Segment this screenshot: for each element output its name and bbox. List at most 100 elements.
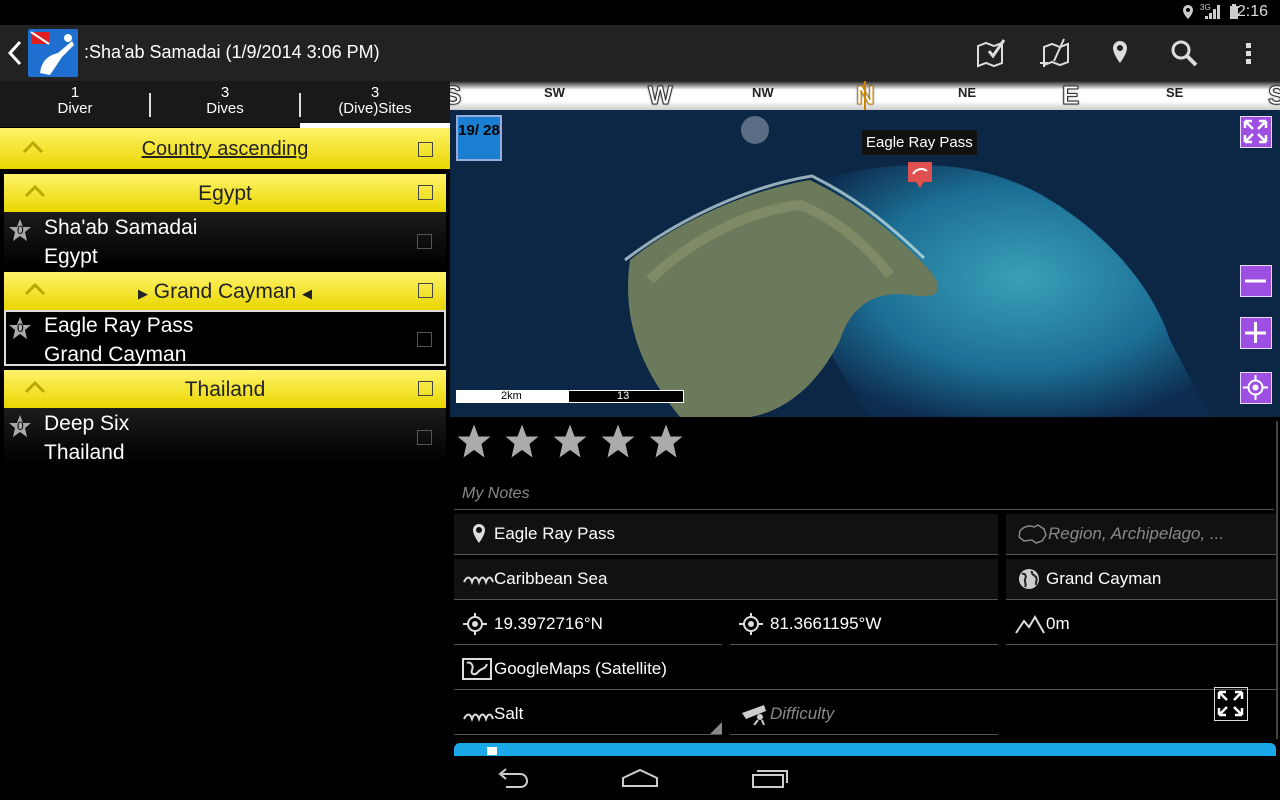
map-marker-label: Eagle Ray Pass xyxy=(862,130,977,155)
crosshair-icon xyxy=(1243,375,1268,400)
search-icon[interactable] xyxy=(1168,37,1200,69)
altitude-field[interactable]: 0m xyxy=(1006,604,1276,645)
dive-count-badge[interactable]: 19/ 28 xyxy=(456,115,502,161)
recent-apps-icon[interactable] xyxy=(750,766,790,790)
tab-count: 1 xyxy=(70,84,80,101)
difficulty-placeholder: Difficulty xyxy=(770,704,835,723)
latitude-field[interactable]: 19.3972716°N xyxy=(454,604,722,645)
star-icon[interactable] xyxy=(648,423,684,459)
status-bar: 3G 2:16 xyxy=(0,0,1280,25)
selected-marker-left-icon: ▶ xyxy=(137,286,148,301)
item-subtitle: Thailand xyxy=(44,441,125,464)
fullscreen-map-button[interactable] xyxy=(1240,116,1272,148)
dive-site-list: Country ascending Egypt 0 Sha'ab Samadai… xyxy=(0,128,450,800)
satellite-map[interactable]: 19/ 28 Eagle Ray Pass 2km 13 xyxy=(450,110,1280,417)
region-field[interactable]: Region, Archipelago, ... xyxy=(1006,514,1276,555)
item-title: Sha'ab Samadai xyxy=(44,216,198,239)
overflow-menu-icon[interactable] xyxy=(1232,37,1264,69)
notes-field[interactable]: My Notes xyxy=(454,469,1274,510)
action-bar: :Sha'ab Samadai (1/9/2014 3:06 PM) xyxy=(0,25,1280,81)
compass-dir: SW xyxy=(544,85,565,100)
map-type-value: GoogleMaps (Satellite) xyxy=(494,659,667,678)
location-pin-icon[interactable] xyxy=(1104,37,1136,69)
map-type-field[interactable]: GoogleMaps (Satellite) xyxy=(454,649,1276,690)
sort-header-label[interactable]: Country ascending xyxy=(0,138,450,161)
my-location-button[interactable] xyxy=(1240,372,1272,404)
item-subtitle: Grand Cayman xyxy=(44,343,187,366)
home-icon[interactable] xyxy=(620,766,660,790)
plus-icon xyxy=(1245,322,1266,343)
expand-details-button[interactable] xyxy=(1214,687,1248,721)
gps-target-icon xyxy=(739,613,763,635)
longitude-field[interactable]: 81.3661195°W xyxy=(730,604,998,645)
compass-dir: S xyxy=(1267,81,1280,110)
star-icon[interactable] xyxy=(600,423,636,459)
water-type-field[interactable]: Salt xyxy=(454,694,722,735)
group-header-egypt[interactable]: Egypt xyxy=(4,174,446,212)
list-item-selected[interactable]: 0 Eagle Ray Pass Grand Cayman xyxy=(4,310,446,366)
location-pin-icon xyxy=(473,524,485,543)
sort-header[interactable]: Country ascending xyxy=(0,128,450,169)
calendar-icon xyxy=(487,747,497,755)
latitude-value: 19.3972716°N xyxy=(494,614,603,633)
group-label: Grand Cayman xyxy=(153,280,297,303)
compass-dir: E xyxy=(1061,81,1080,110)
app-logo[interactable] xyxy=(28,29,78,77)
page-title: :Sha'ab Samadai (1/9/2014 3:06 PM) xyxy=(84,42,380,62)
longitude-value: 81.3661195°W xyxy=(770,614,882,633)
list-item[interactable]: 0 Deep Six Thailand xyxy=(4,408,446,464)
group-checkbox[interactable] xyxy=(418,185,433,200)
altitude-value: 0m xyxy=(1046,614,1070,633)
group-header-thailand[interactable]: Thailand xyxy=(4,370,446,408)
group-label: Thailand xyxy=(184,378,266,401)
back-icon[interactable] xyxy=(494,766,530,790)
group-checkbox[interactable] xyxy=(418,381,433,396)
tab-label: Diver xyxy=(57,100,93,117)
badge-text: 19/ 28 xyxy=(458,122,500,139)
expand-icon xyxy=(1243,119,1268,144)
add-site-icon[interactable] xyxy=(1038,37,1070,69)
zoom-out-button[interactable] xyxy=(1240,265,1272,297)
rating-stars[interactable] xyxy=(456,423,696,463)
tab-diver[interactable]: 1 Diver xyxy=(0,81,150,127)
country-field[interactable]: Grand Cayman xyxy=(1006,559,1276,600)
status-time: 2:16 xyxy=(1236,3,1268,20)
signal-icon xyxy=(1205,5,1220,19)
map-scale-bar: 2km 13 xyxy=(456,390,684,403)
rating-count: 0 xyxy=(17,321,24,335)
item-subtitle: Egypt xyxy=(44,245,98,268)
map-check-icon[interactable] xyxy=(975,37,1007,69)
star-icon[interactable] xyxy=(504,423,540,459)
tab-dives[interactable]: 3 Dives xyxy=(150,81,300,127)
group-label-wrap: ▶ Grand Cayman ◀ xyxy=(4,280,446,304)
star-icon[interactable] xyxy=(456,423,492,459)
dive-site-marker-icon[interactable] xyxy=(908,162,932,190)
tab-label: (Dive)Sites xyxy=(338,100,412,117)
item-checkbox[interactable] xyxy=(417,234,432,249)
group-header-grand-cayman[interactable]: ▶ Grand Cayman ◀ xyxy=(4,272,446,310)
site-name-field[interactable]: Eagle Ray Pass xyxy=(454,514,998,555)
satellite-map-icon xyxy=(462,658,492,680)
compass-strip[interactable]: S SW W NW N NE E SE S xyxy=(450,81,1280,110)
tab-count: 3 xyxy=(220,84,230,101)
scrollbar[interactable] xyxy=(1276,421,1278,739)
location-status-icon xyxy=(1183,5,1193,19)
item-title: Deep Six xyxy=(44,412,130,435)
minus-icon xyxy=(1245,279,1266,283)
tab-dive-sites[interactable]: 3 (Dive)Sites xyxy=(300,81,450,127)
back-arrow-icon[interactable] xyxy=(6,39,24,67)
item-checkbox[interactable] xyxy=(417,430,432,445)
water-body-field[interactable]: Caribbean Sea xyxy=(454,559,998,600)
list-item[interactable]: 0 Sha'ab Samadai Egypt xyxy=(4,212,446,268)
globe-icon xyxy=(1019,569,1039,589)
item-checkbox[interactable] xyxy=(417,332,432,347)
australia-map-icon xyxy=(1018,524,1047,544)
star-icon[interactable] xyxy=(552,423,588,459)
zoom-in-button[interactable] xyxy=(1240,317,1272,349)
compass-dir: S xyxy=(450,81,462,110)
group-checkbox[interactable] xyxy=(418,283,433,298)
difficulty-field[interactable]: Difficulty xyxy=(730,694,998,735)
select-all-checkbox[interactable] xyxy=(418,142,433,157)
bottom-action-button[interactable] xyxy=(454,743,1276,757)
selected-marker-right-icon: ◀ xyxy=(302,286,313,301)
